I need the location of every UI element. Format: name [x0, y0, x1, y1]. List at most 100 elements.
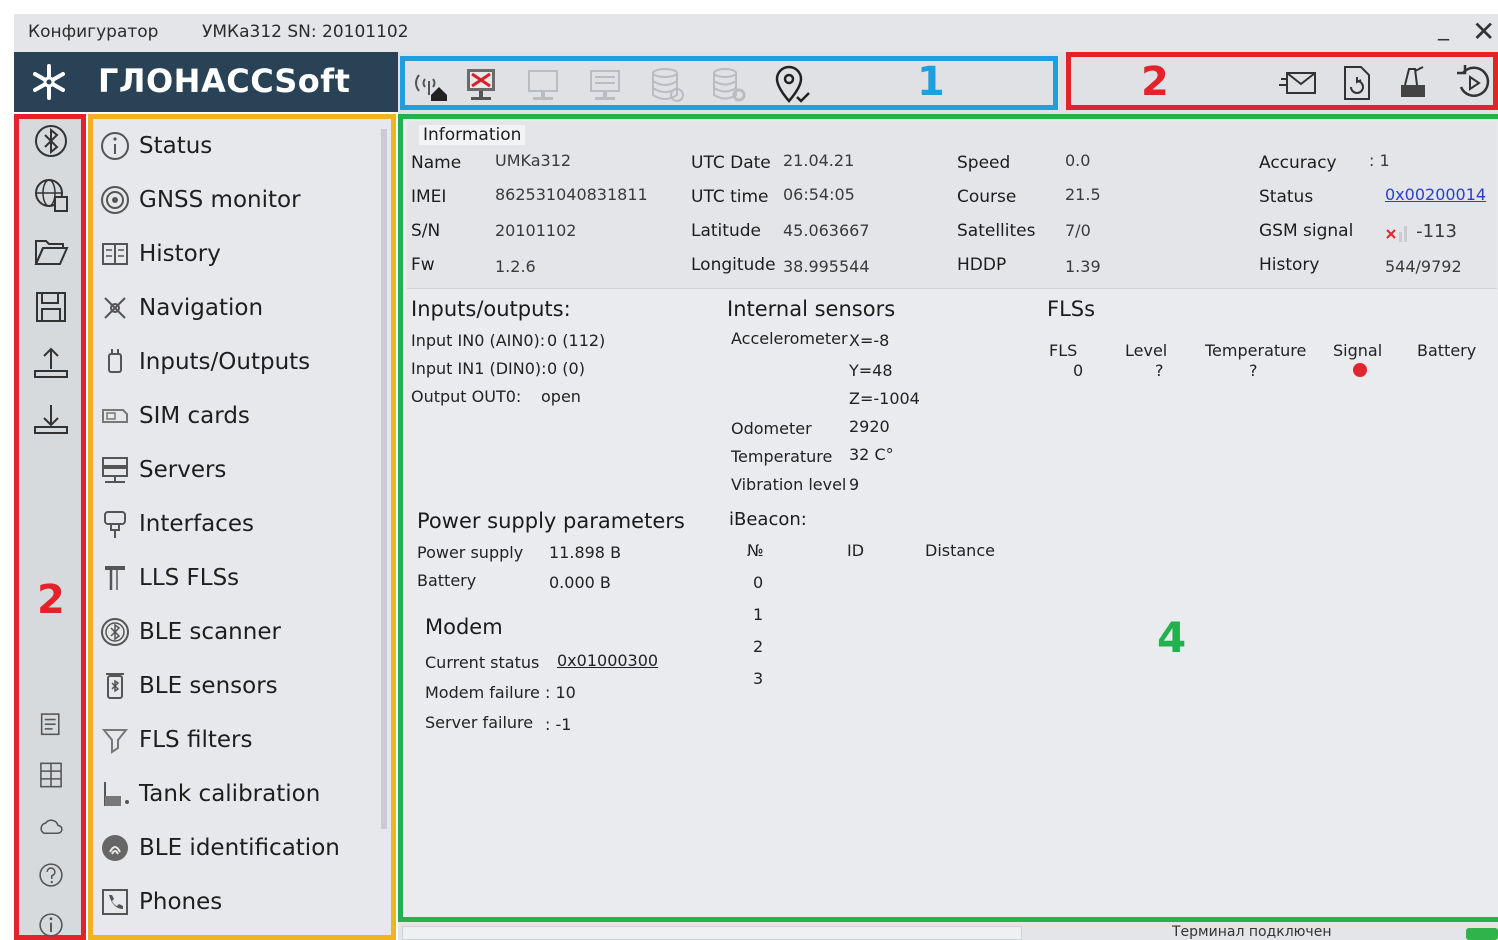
flss-header-battery: Battery [1417, 341, 1477, 360]
status-bar: Терминал подключен [398, 922, 1498, 940]
menu-item-interfaces[interactable]: Interfaces [97, 499, 383, 549]
menu-item-inputs-outputs[interactable]: Inputs/Outputs [97, 337, 383, 387]
annotation-marker-1: 1 [917, 59, 945, 105]
filter-icon [99, 724, 131, 756]
download-icon[interactable] [33, 401, 69, 437]
info-label: Satellites [957, 221, 1036, 241]
modem-label: Current status [425, 653, 540, 672]
reset-icon[interactable] [1451, 61, 1495, 105]
info-value: : 1 [1369, 151, 1390, 170]
io-label: Input IN0 (AIN0): [411, 331, 546, 350]
bluetooth-icon[interactable] [33, 123, 69, 159]
content-panel: Information Name UMKa312 IMEI 8625310408… [398, 114, 1498, 922]
accelerometer-y: Y=48 [849, 361, 893, 380]
help-icon[interactable] [37, 861, 73, 897]
server-icon [99, 454, 131, 486]
globe-device-icon[interactable] [33, 177, 69, 213]
flss-value-level: ? [1155, 361, 1164, 380]
info-value: 0.0 [1065, 151, 1091, 170]
io-label: Output OUT0: [411, 387, 522, 406]
menu-item-label: BLE sensors [139, 673, 278, 699]
fuel-sensor-icon [99, 562, 131, 594]
sensor-value: 32 C° [849, 445, 894, 464]
flss-header-signal: Signal [1333, 341, 1383, 360]
menu-item-label: GNSS monitor [139, 187, 301, 213]
accelerometer-x: X=-8 [849, 331, 890, 350]
ibeacon-title: iBeacon: [729, 509, 807, 530]
database-settings-icon[interactable] [707, 63, 751, 107]
connection-antenna-icon[interactable] [407, 63, 451, 107]
sensor-label: Temperature [731, 447, 833, 466]
power-label: Battery [417, 571, 477, 590]
folder-open-icon[interactable] [33, 233, 69, 269]
menu-item-label: BLE scanner [139, 619, 281, 645]
menu-item-navigation[interactable]: Navigation [97, 283, 383, 333]
menu-item-label: Interfaces [139, 511, 254, 537]
info-label: S/N [411, 221, 441, 241]
history-icon [99, 238, 131, 270]
accelerometer-z: Z=-1004 [849, 389, 920, 408]
info-value: 06:54:05 [783, 185, 855, 204]
flss-title: FLSs [1047, 297, 1096, 321]
info-label: HDDP [957, 255, 1007, 275]
menu-item-phones[interactable]: Phones [97, 877, 383, 927]
modem-label: Modem failure [425, 683, 540, 702]
device-read-icon[interactable] [521, 63, 565, 107]
ble-sensor-icon [99, 670, 131, 702]
modem-status-link[interactable]: 0x01000300 [557, 651, 658, 670]
menu-item-servers[interactable]: Servers [97, 445, 383, 495]
satellite-icon [99, 184, 131, 216]
notes-icon[interactable] [37, 711, 73, 747]
status-code-link[interactable]: 0x00200014 [1385, 185, 1486, 204]
flss-header-temperature: Temperature [1205, 341, 1307, 360]
snowflake-logo-icon [26, 62, 72, 102]
menu-item-sim-cards[interactable]: SIM cards [97, 391, 383, 441]
send-sms-icon[interactable] [1277, 61, 1321, 105]
info-label: UTC time [691, 187, 769, 207]
close-button[interactable]: ✕ [1472, 15, 1495, 48]
connection-status-text: Терминал подключен [1172, 924, 1332, 940]
firmware-update-icon[interactable] [1391, 61, 1435, 105]
internal-sensors-title: Internal sensors [727, 297, 896, 321]
menu-item-label: SIM cards [139, 403, 250, 429]
file-refresh-icon[interactable] [1335, 61, 1379, 105]
menu-item-tank-calibration[interactable]: Tank calibration [97, 769, 383, 819]
minimize-button[interactable]: _ [1438, 16, 1449, 41]
menu-item-label: Servers [139, 457, 227, 483]
upload-icon[interactable] [33, 345, 69, 381]
ibeacon-row: 0 [753, 573, 764, 592]
info-value: 38.995544 [783, 257, 870, 276]
menu-item-status[interactable]: Status [97, 121, 383, 171]
sim-card-icon [99, 400, 131, 432]
menu-item-lls-flss[interactable]: LLS FLSs [97, 553, 383, 603]
menu-item-ble-scanner[interactable]: BLE scanner [97, 607, 383, 657]
info-value: 21.5 [1065, 185, 1101, 204]
cloud-icon[interactable] [37, 813, 73, 849]
device-write-icon[interactable] [583, 63, 627, 107]
menu-item-fls-filters[interactable]: FLS filters [97, 715, 383, 765]
interface-icon [99, 508, 131, 540]
info-circle-icon [99, 130, 131, 162]
save-icon[interactable] [33, 289, 69, 325]
calculator-icon[interactable] [37, 761, 73, 797]
disconnect-device-icon[interactable] [459, 63, 503, 107]
plug-icon [99, 346, 131, 378]
info-label: History [1259, 255, 1320, 275]
status-progress-field [402, 926, 1022, 940]
action-tools-group: 2 [1066, 52, 1498, 110]
info-icon[interactable] [37, 911, 73, 940]
menu-item-label: LLS FLSs [139, 565, 240, 591]
menu-item-ble-sensors[interactable]: BLE sensors [97, 661, 383, 711]
menu-item-gnss-monitor[interactable]: GNSS monitor [97, 175, 383, 225]
ibeacon-row: 2 [753, 637, 764, 656]
location-check-icon[interactable] [769, 63, 813, 107]
flss-header-level: Level [1125, 341, 1168, 360]
io-label: Input IN1 (DIN0): [411, 359, 547, 378]
database-icon[interactable] [645, 63, 689, 107]
phone-icon [99, 886, 131, 918]
info-label: Latitude [691, 221, 761, 241]
info-label: Name [411, 153, 462, 173]
menu-item-history[interactable]: History [97, 229, 383, 279]
menu-item-ble-identification[interactable]: BLE identification [97, 823, 383, 873]
annotation-marker-2-left: 2 [37, 577, 65, 623]
